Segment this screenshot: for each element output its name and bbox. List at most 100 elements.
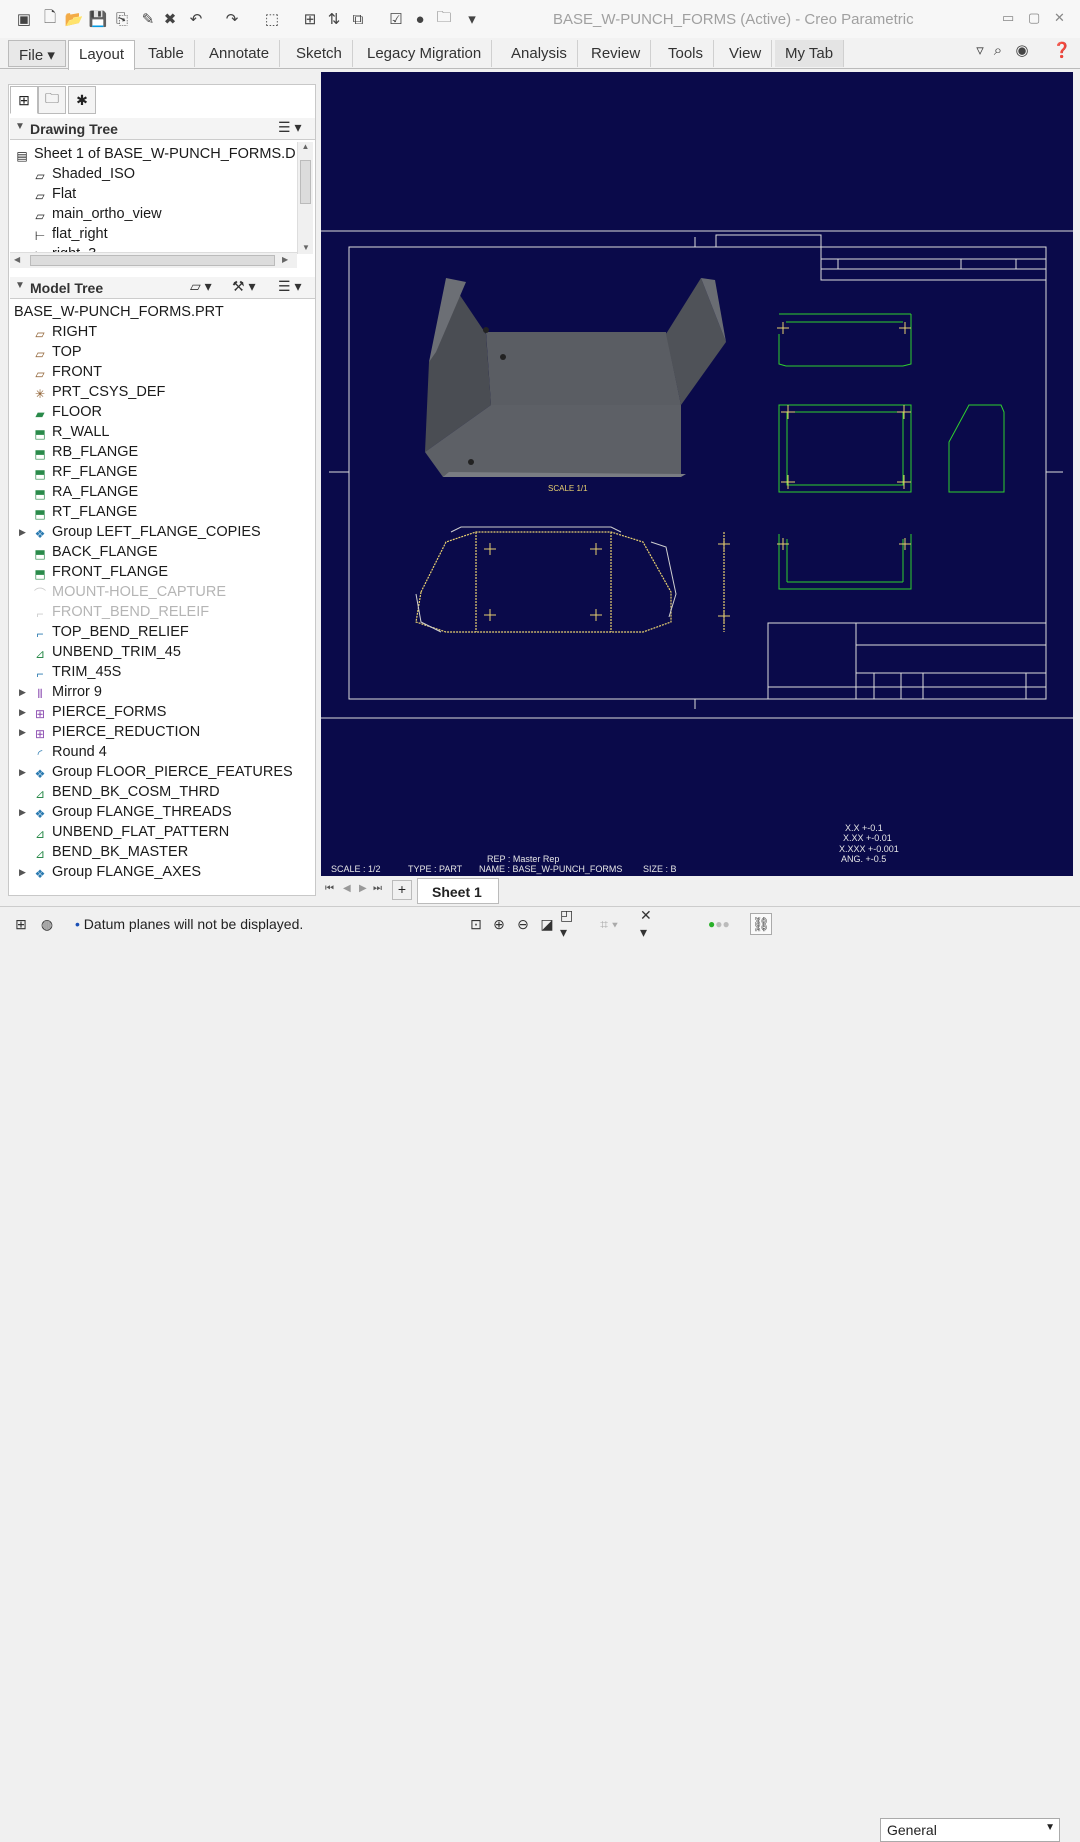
main-ortho-view[interactable]	[778, 313, 1005, 590]
open-icon[interactable]: 📂	[64, 9, 84, 29]
refit-icon[interactable]: ⊡	[465, 913, 487, 935]
tree-row[interactable]: ⬒ RB_FLANGE	[32, 442, 138, 462]
expand-icon[interactable]: ▶	[19, 702, 26, 722]
tab-model-tree-icon[interactable]: ⊞	[10, 86, 38, 114]
tree-row[interactable]: ✳ PRT_CSYS_DEF	[32, 382, 165, 402]
tab-table[interactable]: Table	[138, 40, 195, 67]
tree-row[interactable]: ▱ RIGHT	[32, 322, 97, 342]
first-sheet-icon[interactable]: ⏮	[325, 883, 334, 894]
find-icon[interactable]: ⛓	[750, 913, 772, 935]
search-icon[interactable]: ⌕	[988, 40, 1008, 60]
zoom-in-icon[interactable]: ⊕	[488, 913, 510, 935]
list-item[interactable]: ⊢ flat_right	[32, 224, 108, 244]
erase-icon[interactable]: ✖	[160, 9, 180, 29]
tree-row[interactable]: ▱ TOP	[32, 342, 81, 362]
list-item[interactable]: ▱ Flat	[32, 184, 76, 204]
tab-view[interactable]: View	[719, 40, 773, 67]
expand-icon[interactable]: ▶	[19, 722, 26, 742]
expand-icon[interactable]: ▶	[19, 522, 26, 542]
tree-settings-icon[interactable]: ☰ ▾	[278, 278, 301, 295]
tree-row[interactable]: ⊿ UNBEND_TRIM_45	[32, 642, 181, 662]
expand-icon[interactable]: ▶	[19, 862, 26, 882]
tab-my-tab[interactable]: My Tab	[775, 40, 845, 67]
list-item[interactable]: ▱ Shaded_ISO	[32, 164, 135, 184]
folder-icon[interactable]: 🗀	[434, 9, 454, 29]
scroll-left-icon[interactable]: ◀	[14, 255, 20, 264]
drawing-tree-header[interactable]: ▼ Drawing Tree ☰ ▾	[10, 118, 315, 140]
tab-layout[interactable]: Layout	[68, 40, 136, 70]
tree-row[interactable]: ⬒ RT_FLANGE	[32, 502, 137, 522]
ribbon-minimize-icon[interactable]: ▿	[970, 40, 990, 60]
prev-sheet-icon[interactable]: ◀	[343, 883, 351, 894]
green-dot-icon[interactable]: ●	[410, 9, 430, 29]
regenerate-icon[interactable]: ✎	[138, 9, 158, 29]
tree-row[interactable]: ▶ ⫴ Mirror 9	[19, 682, 102, 702]
scroll-down-icon[interactable]: ▼	[298, 243, 314, 252]
redo-icon[interactable]: ↷	[222, 9, 242, 29]
tree-row[interactable]: ⌒ MOUNT-HOLE_CAPTURE	[32, 582, 226, 602]
tree-row[interactable]: ▶ ❖ Group FLANGE_AXES	[19, 862, 201, 882]
tree-row[interactable]: ⊿ BEND_BK_MASTER	[32, 842, 188, 862]
select-box-icon[interactable]: ⬚	[262, 9, 282, 29]
tree-row[interactable]: ⊿ BEND_BK_COSM_THRD	[32, 782, 220, 802]
new-icon[interactable]: 🗋	[40, 9, 60, 29]
tree-settings-icon[interactable]: ☰ ▾	[278, 119, 301, 136]
scroll-up-icon[interactable]: ▲	[298, 142, 313, 151]
community-icon[interactable]: ◉	[1012, 40, 1032, 60]
tree-row[interactable]: ⬒ RF_FLANGE	[32, 462, 137, 482]
tab-review[interactable]: Review	[581, 40, 652, 67]
tab-sketch[interactable]: Sketch	[286, 40, 353, 67]
tree-row[interactable]: ⬒ FRONT_FLANGE	[32, 562, 168, 582]
show-icon[interactable]: ▱ ▾	[190, 278, 212, 295]
tree-row[interactable]: ▰ FLOOR	[32, 402, 102, 422]
tree-row[interactable]: ▶ ⊞ PIERCE_REDUCTION	[19, 722, 200, 742]
tree-row[interactable]: ⌐ FRONT_BEND_RELEIF	[32, 602, 209, 622]
tree-row[interactable]: ▶ ❖ Group FLANGE_THREADS	[19, 802, 232, 822]
expand-icon[interactable]: ▶	[19, 762, 26, 782]
expand-icon[interactable]: ▶	[19, 802, 26, 822]
list-item[interactable]: ▤ Sheet 1 of BASE_W-PUNCH_FORMS.D	[14, 144, 295, 164]
tree-columns-icon[interactable]: ⚒ ▾	[232, 278, 255, 295]
minimize-icon[interactable]: ▭	[1002, 10, 1014, 26]
tree-row[interactable]: ⌐ TRIM_45S	[32, 662, 121, 682]
tree-row[interactable]: ⬒ RA_FLANGE	[32, 482, 138, 502]
zoom-out-icon[interactable]: ⊖	[512, 913, 534, 935]
tree-row[interactable]: ▶ ❖ Group LEFT_FLANGE_COPIES	[19, 522, 261, 542]
tab-folder-browser-icon[interactable]: 🗀	[38, 86, 66, 114]
last-sheet-icon[interactable]: ⏭	[373, 883, 382, 894]
annotation-display-icon[interactable]: ⌗ ▾	[598, 913, 620, 935]
flat-pattern-view[interactable]	[415, 531, 725, 633]
customize-dropdown-icon[interactable]: ▾	[462, 9, 482, 29]
tab-sheet-1[interactable]: Sheet 1	[417, 878, 499, 904]
help-icon[interactable]: ❓	[1052, 40, 1072, 60]
save-icon[interactable]: 💾	[88, 9, 108, 29]
horizontal-scrollbar[interactable]: ◀ ▶	[10, 252, 297, 268]
selection-filter-dropdown[interactable]: General ▼	[880, 1818, 1060, 1842]
tab-analysis[interactable]: Analysis	[501, 40, 578, 67]
scroll-right-icon[interactable]: ▶	[282, 255, 288, 264]
tree-row[interactable]: ⬒ R_WALL	[32, 422, 109, 442]
tab-legacy-migration[interactable]: Legacy Migration	[357, 40, 493, 67]
check-icon[interactable]: ☑	[386, 9, 406, 29]
tree-row[interactable]: ⊿ UNBEND_FLAT_PATTERN	[32, 822, 229, 842]
tree-row[interactable]: ▶ ❖ Group FLOOR_PIERCE_FEATURES	[19, 762, 293, 782]
graphics-area[interactable]: SCALE 1/1 SCALE: 1/2 TYPE: PART NAME:…	[321, 72, 1073, 876]
grid-icon[interactable]: ⊞	[300, 9, 320, 29]
tree-row[interactable]: ▶ ⊞ PIERCE_FORMS	[19, 702, 166, 722]
close-icon[interactable]: ✕	[1054, 10, 1065, 26]
vertical-scrollbar[interactable]: ▲ ▼	[297, 142, 313, 254]
tab-file[interactable]: File ▾	[8, 40, 66, 67]
display-style-icon[interactable]: ◰ ▾	[560, 907, 582, 940]
shaded-iso-view[interactable]	[425, 278, 726, 477]
maximize-icon[interactable]: ▢	[1028, 10, 1040, 26]
model-tree-root[interactable]: BASE_W-PUNCH_FORMS.PRT	[14, 302, 224, 322]
list-item[interactable]: ▱ main_ortho_view	[32, 204, 161, 224]
datum-display-icon[interactable]: ✕ ▾	[640, 907, 662, 940]
navigator-toggle-icon[interactable]: ⊞	[10, 913, 32, 935]
repaint-icon[interactable]: ◪	[536, 913, 558, 935]
tree-row[interactable]: ◜ Round 4	[32, 742, 107, 762]
model-tree-header[interactable]: ▼ Model Tree ▱ ▾ ⚒ ▾ ☰ ▾	[10, 277, 315, 299]
add-sheet-button[interactable]: +	[392, 880, 412, 900]
undo-icon[interactable]: ↶	[186, 9, 206, 29]
browser-toggle-icon[interactable]: ◍	[36, 913, 58, 935]
